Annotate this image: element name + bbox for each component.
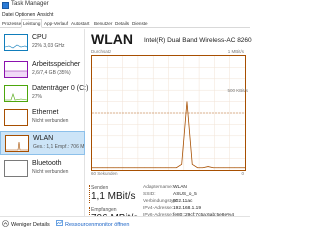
property-value: 192.168.1.19: [173, 206, 202, 211]
tab-app-verlauf[interactable]: App-Verlauf: [43, 20, 69, 28]
send-stat: Senden 1,1 MBit/s: [89, 185, 136, 203]
data-point: [223, 167, 225, 169]
property-value: 802.11ac: [173, 199, 193, 204]
less-details-button[interactable]: Weniger Details: [2, 220, 50, 229]
open-resource-monitor-link[interactable]: Ressourcenmonitor öffnen: [56, 220, 129, 229]
sidebar-item-label: Ethernet: [32, 109, 59, 116]
throughput-svg: [91, 56, 246, 170]
sidebar-item-sub: Nicht verbunden: [32, 169, 69, 175]
disk-mini-graph: [4, 85, 28, 102]
data-point: [149, 167, 151, 169]
tab-details[interactable]: Details: [114, 20, 130, 28]
data-point: [165, 167, 167, 169]
property-value: ASUS_o_5: [173, 192, 197, 197]
throughput-graph: [91, 55, 246, 171]
cpu-mini-graph: [4, 34, 28, 51]
sidebar-item-cpu[interactable]: CPU 22% 3,03 GHz: [0, 31, 85, 55]
tab-bar: Prozesse Leistung App-Verlauf Autostart …: [0, 19, 250, 28]
data-point: [186, 101, 188, 102]
sidebar-item-label: Datenträger 0 (C:): [32, 85, 89, 92]
sidebar-item-disk[interactable]: Datenträger 0 (C:) 27%: [0, 82, 89, 106]
data-point: [176, 167, 177, 169]
data-point: [207, 166, 209, 167]
property-key: Adaptername:: [143, 185, 174, 190]
tab-autostart[interactable]: Autostart: [70, 20, 90, 28]
data-point: [218, 167, 219, 169]
data-point: [160, 167, 161, 169]
sidebar-item-sub: Ges.: 1,1 Empf.: 706 M: [33, 144, 85, 150]
data-point: [133, 167, 135, 169]
send-value: 1,1 MBit/s: [91, 191, 136, 202]
sidebar-item-label: WLAN: [33, 135, 54, 142]
graph-title: Durchsatz: [91, 49, 112, 54]
sidebar-item-sub: 27%: [32, 94, 43, 100]
open-resource-monitor-label: Ressourcenmonitor öffnen: [65, 221, 130, 228]
tab-benutzer[interactable]: Benutzer: [93, 20, 113, 28]
chevron-up-icon: [2, 220, 9, 229]
graph-time-label: 60 Sekunden: [91, 171, 118, 176]
data-point: [155, 167, 156, 169]
data-point: [228, 167, 230, 169]
data-point: [139, 167, 140, 169]
tab-dienste[interactable]: Dienste: [131, 20, 149, 28]
task-manager-icon: [2, 2, 9, 9]
menu-datei[interactable]: Datei: [2, 12, 14, 18]
property-value: WLAN: [173, 185, 187, 190]
tab-prozesse[interactable]: Prozesse: [1, 20, 22, 28]
data-point: [181, 164, 182, 165]
data-point: [118, 167, 119, 169]
ethernet-mini-graph: [4, 109, 28, 126]
property-key: IPv4-Adresse:: [143, 206, 174, 211]
data-point: [197, 167, 198, 169]
menu-ansicht[interactable]: Ansicht: [37, 12, 53, 18]
detail-panel: WLAN Intel(R) Dual Band Wireless-AC 8260…: [89, 29, 252, 225]
data-point: [102, 167, 103, 169]
data-point: [144, 167, 146, 169]
page-title: WLAN: [91, 31, 133, 47]
send-indicator: [89, 185, 90, 203]
sidebar-item-ethernet[interactable]: Ethernet Nicht verbunden: [0, 106, 85, 130]
sidebar-item-label: CPU: [32, 34, 47, 41]
memory-mini-graph: [4, 61, 28, 78]
data-point: [234, 167, 235, 169]
sidebar-item-bluetooth[interactable]: Bluetooth Nicht verbunden: [0, 157, 85, 181]
wlan-mini-graph: [5, 135, 29, 152]
less-details-label: Weniger Details: [11, 221, 50, 228]
graph-mid-label: 500 KBit/s: [227, 88, 248, 93]
sidebar-item-label: Bluetooth: [32, 160, 62, 167]
data-point: [239, 167, 241, 169]
data-point: [202, 167, 204, 169]
data-point: [213, 167, 214, 169]
adapter-name: Intel(R) Dual Band Wireless-AC 8260: [144, 37, 252, 44]
graph-zero-label: 0: [241, 171, 244, 176]
graph-max-label: 1 MBit/s: [227, 49, 244, 54]
window-title: Task Manager: [11, 1, 49, 7]
data-point: [96, 167, 98, 169]
performance-sidebar: CPU 22% 3,03 GHz Arbeitsspeicher 2,6/7,4…: [0, 29, 89, 216]
resource-monitor-icon: [56, 220, 63, 229]
tab-leistung[interactable]: Leistung: [21, 19, 43, 28]
property-key: SSID:: [143, 192, 156, 197]
bluetooth-mini-graph: [4, 160, 28, 177]
data-point: [191, 164, 193, 165]
footer: Weniger Details Ressourcenmonitor öffnen: [0, 216, 250, 230]
menu-bar: Datei Optionen Ansicht: [0, 11, 250, 19]
data-point: [112, 167, 114, 169]
sidebar-item-sub: 22% 3,03 GHz: [32, 43, 65, 49]
sidebar-item-memory[interactable]: Arbeitsspeicher 2,6/7,4 GB (35%): [0, 58, 85, 82]
data-point: [170, 167, 172, 169]
data-point: [123, 167, 124, 169]
sidebar-item-sub: 2,6/7,4 GB (35%): [32, 70, 71, 76]
menu-optionen[interactable]: Optionen: [15, 12, 35, 18]
data-point: [107, 167, 109, 169]
sidebar-item-sub: Nicht verbunden: [32, 118, 69, 124]
data-point: [128, 167, 130, 169]
sidebar-item-label: Arbeitsspeicher: [32, 61, 81, 68]
sidebar-item-wlan[interactable]: WLAN Ges.: 1,1 Empf.: 706 M: [0, 131, 85, 155]
title-bar: Task Manager: [0, 0, 250, 11]
